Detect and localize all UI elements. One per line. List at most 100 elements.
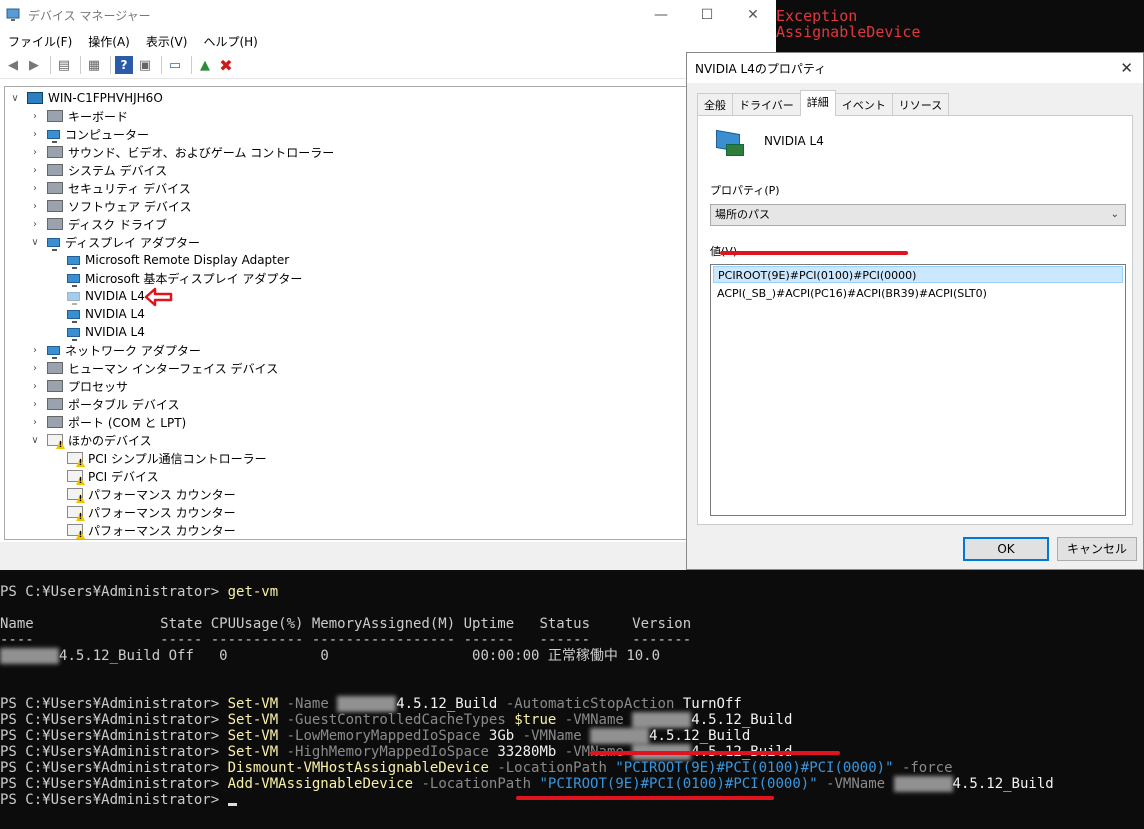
tree-item[interactable]: パフォーマンス カウンター [49, 521, 236, 539]
portable-icon [47, 398, 63, 410]
console-line: PS C:¥Users¥Administrator> [0, 792, 237, 808]
toolbar: ◀ ▶ ▤ ▦ ? ▣ ▭ ▲ ✖ [0, 52, 776, 79]
maximize-button[interactable]: ☐ [684, 0, 730, 30]
tree-item[interactable]: ∨ ディスプレイ アダプター [29, 233, 200, 251]
chevron-down-icon[interactable]: ∨ [29, 237, 41, 248]
menu-file[interactable]: ファイル(F) [8, 33, 72, 50]
parameter: -GuestControlledCacheTypes [286, 712, 506, 728]
chevron-right-icon[interactable]: › [29, 345, 41, 356]
prompt: PS C:¥Users¥Administrator> [0, 760, 220, 776]
tree-item-label: ディスク ドライブ [68, 217, 167, 232]
warning-icon [67, 452, 83, 464]
back-arrow-icon[interactable]: ◀ [4, 56, 22, 74]
tree-item[interactable]: › ポート (COM と LPT) [29, 413, 186, 431]
action-pane-icon[interactable]: ▣ [136, 56, 154, 74]
tree-item-label: キーボード [68, 109, 129, 124]
menu-action[interactable]: 操作(A) [88, 33, 130, 50]
tree-item[interactable]: › セキュリティ デバイス [29, 179, 191, 197]
powershell-console[interactable]: PS C:¥Users¥Administrator> get-vm Name S… [0, 570, 1144, 829]
argument: 4.5.12_Build [952, 776, 1054, 792]
redacted-text: SCOPED [893, 776, 953, 792]
uninstall-device-icon[interactable]: ✖ [217, 56, 235, 75]
tree-item[interactable]: › プロセッサ [29, 377, 128, 395]
help-icon[interactable]: ? [115, 56, 133, 74]
tree-item[interactable]: Microsoft 基本ディスプレイ アダプター [49, 269, 302, 287]
argument: "PCIROOT(9E)#PCI(0100)#PCI(0000)" [615, 760, 894, 776]
cancel-button[interactable]: キャンセル [1057, 537, 1137, 561]
minimize-button[interactable]: — [638, 0, 684, 30]
tree-item[interactable]: PCI デバイス [49, 467, 159, 485]
chevron-right-icon[interactable]: › [29, 219, 41, 230]
keyboard-icon [47, 110, 63, 122]
tree-item-label: NVIDIA L4 [85, 307, 145, 321]
tree-item[interactable]: NVIDIA L4 [49, 287, 145, 305]
table-separator: ---- ----- ----------- -----------------… [0, 632, 692, 648]
dialog-title: NVIDIA L4のプロパティ [695, 61, 827, 76]
close-button[interactable]: ✕ [730, 0, 776, 30]
tree-item[interactable]: › ソフトウェア デバイス [29, 197, 191, 215]
value-list[interactable]: PCIROOT(9E)#PCI(0100)#PCI(0000) ACPI(_SB… [710, 264, 1126, 516]
chevron-right-icon[interactable]: › [29, 147, 41, 158]
tab-events[interactable]: イベント [834, 93, 893, 115]
tree-item[interactable]: › ポータブル デバイス [29, 395, 179, 413]
value-item-selected[interactable]: PCIROOT(9E)#PCI(0100)#PCI(0000) [713, 266, 1123, 283]
forward-arrow-icon[interactable]: ▶ [25, 56, 43, 74]
dialog-close-icon[interactable]: ✕ [1120, 59, 1133, 77]
value-item[interactable]: ACPI(_SB_)#ACPI(PC16)#ACPI(BR39)#ACPI(SL… [713, 285, 1123, 302]
device-tree[interactable]: ∨ WIN-C1FPHVHJH6O › キーボード › コンピューター › サウンド、ビデオ、… [4, 86, 772, 540]
menu-help[interactable]: ヘルプ(H) [203, 33, 257, 50]
tab-driver[interactable]: ドライバー [732, 93, 801, 115]
chevron-right-icon[interactable]: › [29, 129, 41, 140]
speaker-icon [47, 146, 63, 158]
chevron-right-icon[interactable]: › [29, 417, 41, 428]
chevron-right-icon[interactable]: › [29, 363, 41, 374]
parameter: -VMName [522, 728, 582, 744]
argument: 4.5.12_Build [691, 712, 793, 728]
chevron-down-icon[interactable]: ∨ [9, 93, 21, 104]
tree-item[interactable]: NVIDIA L4 [49, 305, 145, 323]
tree-item[interactable]: NVIDIA L4 [49, 323, 145, 341]
tree-item[interactable]: › ネットワーク アダプター [29, 341, 201, 359]
ok-button[interactable]: OK [963, 537, 1049, 561]
toolbar-divider [50, 56, 51, 74]
update-driver-icon[interactable]: ▲ [196, 56, 214, 74]
tree-item[interactable]: PCI シンプル通信コントローラー [49, 449, 267, 467]
chevron-right-icon[interactable]: › [29, 399, 41, 410]
monitor-icon [47, 345, 60, 359]
menu-view[interactable]: 表示(V) [146, 33, 188, 50]
tree-item[interactable]: › ディスク ドライブ [29, 215, 167, 233]
tree-item[interactable]: › キーボード [29, 107, 128, 125]
chevron-right-icon[interactable]: › [29, 201, 41, 212]
tree-item[interactable]: Microsoft Remote Display Adapter [49, 251, 289, 269]
error-text-line: Exception [776, 7, 858, 25]
tree-item[interactable]: › システム デバイス [29, 161, 167, 179]
show-hide-console-tree-icon[interactable]: ▤ [55, 56, 73, 74]
chevron-down-icon[interactable]: ∨ [29, 435, 41, 446]
tab-details[interactable]: 詳細 [799, 90, 836, 116]
properties-icon[interactable]: ▦ [85, 56, 103, 74]
parameter: -VMName [826, 776, 886, 792]
warning-icon [67, 470, 83, 482]
tree-item[interactable]: › コンピューター [29, 125, 149, 143]
chevron-right-icon[interactable]: › [29, 165, 41, 176]
tree-item-label: NVIDIA L4 [85, 325, 145, 339]
chevron-right-icon[interactable]: › [29, 183, 41, 194]
tree-item[interactable]: ∨ ほかのデバイス [29, 431, 151, 449]
tab-general[interactable]: 全般 [697, 93, 733, 115]
tree-item-label: システム デバイス [68, 163, 168, 178]
command: Dismount-VMHostAssignableDevice [227, 760, 489, 776]
property-select-value: 場所のパス [715, 208, 770, 221]
property-select[interactable]: 場所のパス ⌄ [710, 204, 1126, 226]
tree-item[interactable]: › サウンド、ビデオ、およびゲーム コントローラー [29, 143, 334, 161]
tab-resources[interactable]: リソース [891, 93, 950, 115]
chevron-right-icon[interactable]: › [29, 111, 41, 122]
scan-hardware-icon[interactable]: ▭ [166, 56, 184, 74]
chevron-right-icon[interactable]: › [29, 381, 41, 392]
tree-item[interactable]: › ヒューマン インターフェイス デバイス [29, 359, 278, 377]
command: Set-VM [227, 728, 279, 744]
tree-item-label: WIN-C1FPHVHJH6O [48, 91, 163, 105]
tree-item[interactable]: ∨ WIN-C1FPHVHJH6O [9, 89, 163, 107]
tree-item[interactable]: パフォーマンス カウンター [49, 485, 236, 503]
toolbar-divider [191, 56, 192, 74]
tree-item[interactable]: パフォーマンス カウンター [49, 503, 236, 521]
